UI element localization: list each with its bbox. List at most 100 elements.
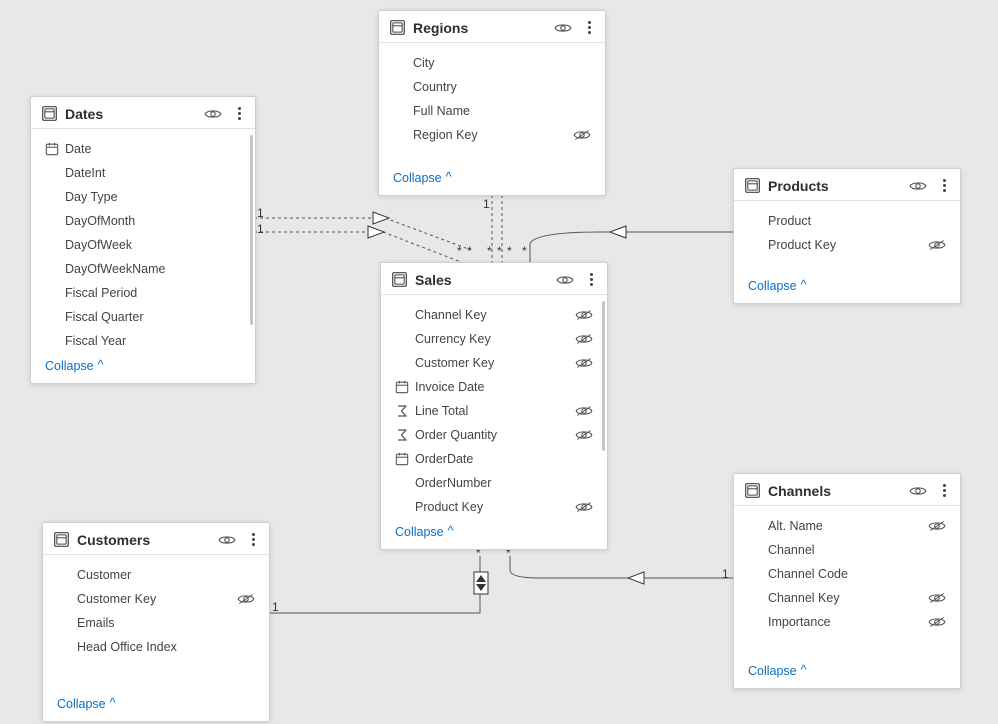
field-row[interactable]: Date: [31, 137, 255, 161]
visibility-icon[interactable]: [909, 484, 927, 498]
table-icon: [744, 177, 761, 194]
field-label: OrderNumber: [415, 476, 593, 490]
field-list: Product Product Key: [734, 203, 960, 271]
field-row[interactable]: Channel Code: [734, 562, 960, 586]
visibility-icon[interactable]: [218, 533, 236, 547]
collapse-button[interactable]: Collapse^: [395, 525, 454, 539]
cardinality-many: *: [457, 244, 462, 258]
more-menu[interactable]: [586, 271, 597, 288]
field-label: Importance: [768, 615, 928, 629]
hidden-icon[interactable]: [575, 308, 593, 322]
field-row[interactable]: DayOfWeekName: [31, 257, 255, 281]
field-row[interactable]: Product: [734, 209, 960, 233]
field-row[interactable]: Order Quantity: [381, 423, 607, 447]
cardinality-one: 1: [483, 197, 490, 211]
hidden-icon[interactable]: [928, 591, 946, 605]
field-row[interactable]: Region Key: [379, 123, 605, 147]
field-label: Day Type: [65, 190, 241, 204]
field-label: Order Quantity: [415, 428, 575, 442]
field-row[interactable]: Customer Key: [381, 351, 607, 375]
field-label: Channel Key: [768, 591, 928, 605]
field-label: Customer Key: [415, 356, 575, 370]
collapse-button[interactable]: Collapse^: [57, 697, 116, 711]
chevron-up-icon: ^: [448, 524, 454, 538]
field-row[interactable]: Channel: [734, 538, 960, 562]
field-row[interactable]: Importance: [734, 610, 960, 634]
hidden-icon[interactable]: [237, 592, 255, 606]
scrollbar-thumb[interactable]: [250, 135, 253, 325]
field-row[interactable]: Emails: [43, 611, 269, 635]
field-row[interactable]: Country: [379, 75, 605, 99]
hidden-icon[interactable]: [575, 500, 593, 514]
collapse-button[interactable]: Collapse^: [748, 279, 807, 293]
hidden-icon[interactable]: [575, 404, 593, 418]
table-regions[interactable]: Regions City Country Full NameRegion Key C…: [378, 10, 606, 196]
cardinality-many: *: [487, 244, 492, 258]
field-row[interactable]: Invoice Date: [381, 375, 607, 399]
field-label: Fiscal Year: [65, 334, 241, 348]
field-row[interactable]: Product Key: [734, 233, 960, 257]
field-row[interactable]: City: [379, 51, 605, 75]
visibility-icon[interactable]: [554, 21, 572, 35]
more-menu[interactable]: [248, 531, 259, 548]
field-row[interactable]: Channel Key: [734, 586, 960, 610]
visibility-icon[interactable]: [204, 107, 222, 121]
chevron-up-icon: ^: [98, 358, 104, 372]
table-icon: [744, 482, 761, 499]
more-menu[interactable]: [939, 177, 950, 194]
field-row[interactable]: Product Key: [381, 495, 607, 517]
field-label: Fiscal Quarter: [65, 310, 241, 324]
table-products[interactable]: Products ProductProduct Key Collapse^: [733, 168, 961, 304]
more-menu[interactable]: [584, 19, 595, 36]
field-row[interactable]: Alt. Name: [734, 514, 960, 538]
date-icon: [45, 142, 65, 156]
card-title: Regions: [413, 20, 554, 36]
field-row[interactable]: Fiscal Quarter: [31, 305, 255, 329]
collapse-button[interactable]: Collapse^: [748, 664, 807, 678]
field-row[interactable]: Fiscal Period: [31, 281, 255, 305]
visibility-icon[interactable]: [909, 179, 927, 193]
field-row[interactable]: DayOfMonth: [31, 209, 255, 233]
field-label: DayOfMonth: [65, 214, 241, 228]
table-icon: [53, 531, 70, 548]
table-dates[interactable]: Dates DateDateIntDay TypeDayOfMonthDayOf…: [30, 96, 256, 384]
table-sales[interactable]: Sales Channel KeyCurrency KeyCustomer Ke…: [380, 262, 608, 550]
field-label: Channel: [768, 543, 946, 557]
hidden-icon[interactable]: [575, 332, 593, 346]
field-row[interactable]: Line Total: [381, 399, 607, 423]
hidden-icon[interactable]: [575, 356, 593, 370]
hidden-icon[interactable]: [928, 238, 946, 252]
hidden-icon[interactable]: [573, 128, 591, 142]
table-customers[interactable]: Customers CustomerCustomer KeyEmailsHead…: [42, 522, 270, 722]
field-row[interactable]: OrderDate: [381, 447, 607, 471]
cardinality-one: 1: [257, 206, 264, 220]
more-menu[interactable]: [939, 482, 950, 499]
field-list: Date DateInt Day Type DayOfMonth DayOfWeek Da…: [31, 131, 255, 351]
collapse-button[interactable]: Collapse^: [393, 171, 452, 185]
field-row[interactable]: Channel Key: [381, 303, 607, 327]
field-row[interactable]: Customer: [43, 563, 269, 587]
table-channels[interactable]: Channels Alt. NameChannelChannel CodeCha…: [733, 473, 961, 689]
field-label: Country: [413, 80, 591, 94]
field-label: DayOfWeekName: [65, 262, 241, 276]
field-list: Alt. Name Channel Channel Code Channel Key I…: [734, 508, 960, 656]
field-row[interactable]: Customer Key: [43, 587, 269, 611]
hidden-icon[interactable]: [928, 519, 946, 533]
hidden-icon[interactable]: [575, 428, 593, 442]
field-label: Product Key: [768, 238, 928, 252]
field-row[interactable]: Day Type: [31, 185, 255, 209]
field-label: Date: [65, 142, 241, 156]
field-row[interactable]: DateInt: [31, 161, 255, 185]
field-row[interactable]: DayOfWeek: [31, 233, 255, 257]
field-row[interactable]: Head Office Index: [43, 635, 269, 659]
hidden-icon[interactable]: [928, 615, 946, 629]
field-row[interactable]: Full Name: [379, 99, 605, 123]
field-row[interactable]: Currency Key: [381, 327, 607, 351]
collapse-button[interactable]: Collapse^: [45, 359, 104, 373]
field-row[interactable]: Fiscal Year: [31, 329, 255, 351]
scrollbar-thumb[interactable]: [602, 301, 605, 451]
visibility-icon[interactable]: [556, 273, 574, 287]
more-menu[interactable]: [234, 105, 245, 122]
field-row[interactable]: OrderNumber: [381, 471, 607, 495]
field-label: Product Key: [415, 500, 575, 514]
